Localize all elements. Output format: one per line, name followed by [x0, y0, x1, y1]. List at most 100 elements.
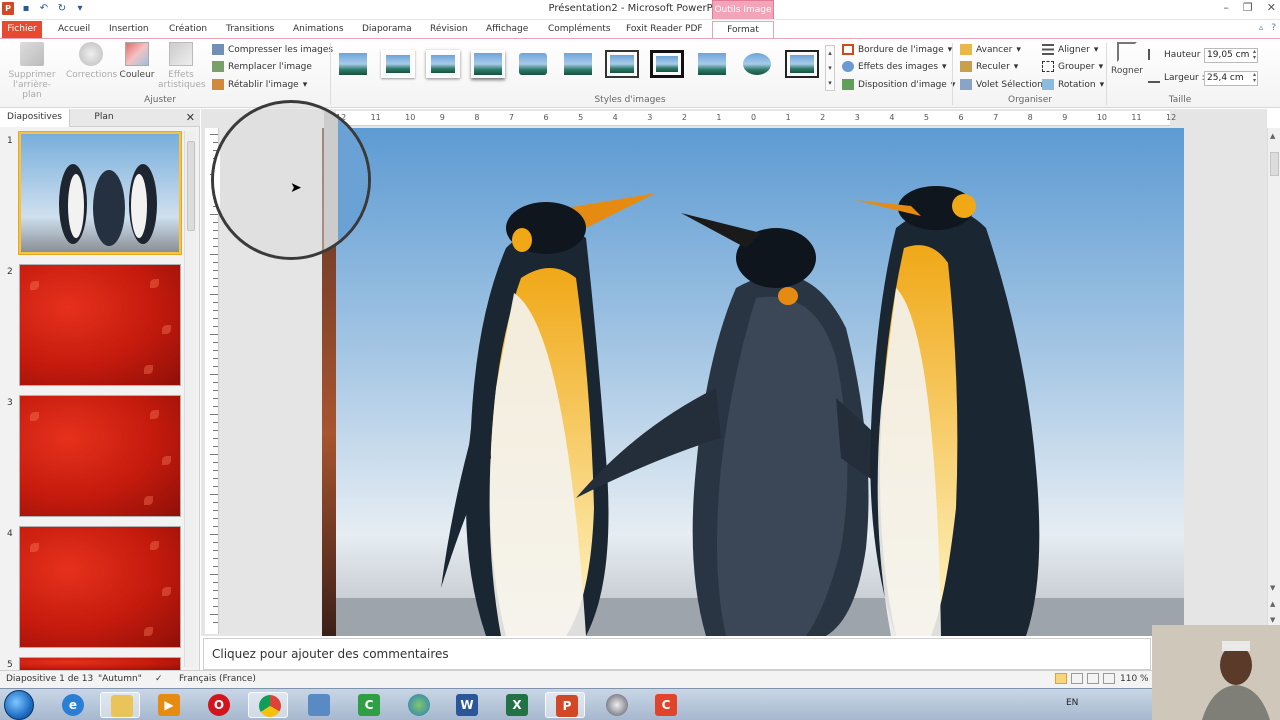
image-style-7[interactable] — [605, 50, 639, 78]
tab-animations[interactable]: Animations — [289, 21, 348, 38]
ruler-tick — [213, 550, 218, 551]
slide-thumbnail-4[interactable] — [19, 526, 181, 648]
tab-foxit[interactable]: Foxit Reader PDF — [622, 21, 707, 38]
previous-slide-icon[interactable]: ▲ — [1270, 600, 1275, 608]
help-icon[interactable]: ? — [1271, 23, 1276, 33]
close-icon[interactable]: ✕ — [186, 111, 195, 124]
rotation-button[interactable]: Rotation ▾ — [1042, 79, 1104, 90]
next-slide-icon[interactable]: ▼ — [1270, 616, 1275, 624]
taskbar-excel[interactable]: X — [496, 692, 536, 718]
image-style-10[interactable] — [740, 50, 774, 78]
taskbar-camtasia[interactable]: C — [348, 692, 388, 718]
avancer-button[interactable]: Avancer ▾ — [960, 44, 1021, 55]
tab-insertion[interactable]: Insertion — [105, 21, 153, 38]
reset-image-button[interactable]: Rétablir l'image ▾ — [212, 79, 307, 90]
scrollbar-thumb[interactable] — [1270, 152, 1279, 176]
zoom-level[interactable]: 110 % — [1120, 674, 1149, 684]
tab-fichier[interactable]: Fichier — [2, 21, 42, 38]
image-style-1[interactable] — [336, 50, 370, 78]
group-separator — [330, 43, 331, 105]
language-indicator[interactable]: Français (France) — [179, 674, 256, 684]
normal-view-icon[interactable] — [1055, 673, 1067, 684]
scroll-down-icon[interactable]: ▼ — [1270, 584, 1275, 592]
tab-plan[interactable]: Plan — [70, 109, 138, 127]
image-border-button[interactable]: Bordure de l'image ▾ — [842, 44, 952, 55]
slide-thumbnail-5[interactable] — [19, 657, 181, 670]
taskbar-media[interactable]: ▶ — [148, 692, 188, 718]
image-style-4[interactable] — [471, 50, 505, 78]
largeur-input[interactable]: 25,4 cm ▴ ▾ — [1204, 71, 1258, 86]
remove-background-button[interactable]: Supprimer l'arrière-plan — [4, 42, 60, 100]
image-layout-button[interactable]: Disposition d'image ▾ — [842, 79, 955, 90]
tab-accueil[interactable]: Accueil — [54, 21, 94, 38]
compress-images-button[interactable]: Compresser les images — [212, 44, 333, 55]
spinner-icon[interactable]: ▴ ▾ — [1253, 49, 1256, 61]
tab-affichage[interactable]: Affichage — [482, 21, 532, 38]
aligner-button[interactable]: Aligner ▾ — [1042, 44, 1098, 55]
couleur-button[interactable]: Couleur — [118, 42, 156, 80]
selection-pane-button[interactable]: Volet Sélection — [960, 79, 1043, 90]
slideshow-icon[interactable] — [1103, 673, 1115, 684]
tab-diaporama[interactable]: Diaporama — [358, 21, 416, 38]
image-style-6[interactable] — [561, 50, 595, 78]
gallery-scroll[interactable]: ▴ ▾ ▾ — [825, 45, 835, 91]
folder-icon — [111, 695, 133, 717]
corrections-button[interactable]: Corrections — [66, 42, 117, 80]
pane-scrollbar[interactable] — [184, 131, 196, 667]
image-style-9[interactable] — [695, 50, 729, 78]
spinner-icon[interactable]: ▴ ▾ — [1253, 72, 1256, 84]
taskbar-camtasia-recorder[interactable]: C — [645, 692, 685, 718]
windows-start-icon[interactable] — [4, 690, 34, 720]
taskbar-globe[interactable] — [398, 692, 438, 718]
taskbar-ie[interactable]: e — [52, 692, 92, 718]
tab-transitions[interactable]: Transitions — [222, 21, 278, 38]
taskbar-explorer[interactable] — [100, 692, 140, 718]
notes-pane[interactable]: Cliquez pour ajouter des commentaires — [203, 638, 1151, 670]
editor-vertical-scrollbar[interactable]: ▲ ▼ ▲ ▼ — [1267, 128, 1280, 636]
replace-image-button[interactable]: Remplacer l'image — [212, 61, 312, 72]
slide-thumbnail-1[interactable] — [18, 131, 182, 255]
image-style-5[interactable] — [516, 50, 550, 78]
slide-canvas[interactable] — [336, 128, 1184, 636]
minimize-icon[interactable]: – — [1223, 1, 1229, 14]
grouper-button[interactable]: Grouper ▾ — [1042, 61, 1103, 72]
effets-artistiques-button[interactable]: Effets artistiques — [158, 42, 206, 90]
tab-diapositives[interactable]: Diapositives — [0, 109, 70, 127]
slide-thumbnail-2[interactable] — [19, 264, 181, 386]
restore-icon[interactable]: ❐ — [1243, 1, 1253, 14]
tab-format[interactable]: Format — [712, 21, 774, 38]
taskbar-chrome[interactable] — [248, 692, 288, 718]
ruler-tick-label: 3 — [647, 113, 653, 122]
slide-sorter-icon[interactable] — [1071, 673, 1083, 684]
reading-view-icon[interactable] — [1087, 673, 1099, 684]
tab-revision[interactable]: Révision — [426, 21, 472, 38]
reculer-button[interactable]: Reculer ▾ — [960, 61, 1018, 72]
image-style-2[interactable] — [381, 50, 415, 78]
image-effects-button[interactable]: Effets des images ▾ — [842, 61, 947, 72]
spellcheck-icon[interactable]: ✓ — [155, 674, 163, 684]
taskbar-opera[interactable]: O — [198, 692, 238, 718]
input-language[interactable]: EN — [1066, 698, 1078, 708]
taskbar-dvd[interactable] — [596, 692, 636, 718]
ruler-tick-label: 2 — [820, 113, 826, 122]
scroll-up-icon[interactable]: ▲ — [1270, 132, 1275, 140]
penguins-image[interactable] — [336, 128, 1184, 636]
close-icon[interactable]: ✕ — [1267, 1, 1276, 14]
rogner-button[interactable]: Rogner — [1110, 42, 1144, 76]
tab-complements[interactable]: Compléments — [544, 21, 615, 38]
ruler-tick-label: 1 — [716, 113, 722, 122]
taskbar-powerpoint[interactable]: P — [545, 692, 585, 718]
tab-creation[interactable]: Création — [165, 21, 211, 38]
taskbar-network[interactable] — [298, 692, 338, 718]
hauteur-input[interactable]: 19,05 cm ▴ ▾ — [1204, 48, 1258, 63]
taskbar-word[interactable]: W — [446, 692, 486, 718]
ruler-tick-label: 9 — [1062, 113, 1068, 122]
word-icon: W — [456, 694, 478, 716]
slide-thumbnail-3[interactable] — [19, 395, 181, 517]
image-style-8[interactable] — [650, 50, 684, 78]
image-style-3[interactable] — [426, 50, 460, 78]
image-style-11[interactable] — [785, 50, 819, 78]
scrollbar-thumb[interactable] — [187, 141, 195, 231]
window-title: Présentation2 - Microsoft PowerPoint — [548, 3, 732, 14]
minimize-ribbon-icon[interactable]: ▵ — [1259, 23, 1264, 33]
